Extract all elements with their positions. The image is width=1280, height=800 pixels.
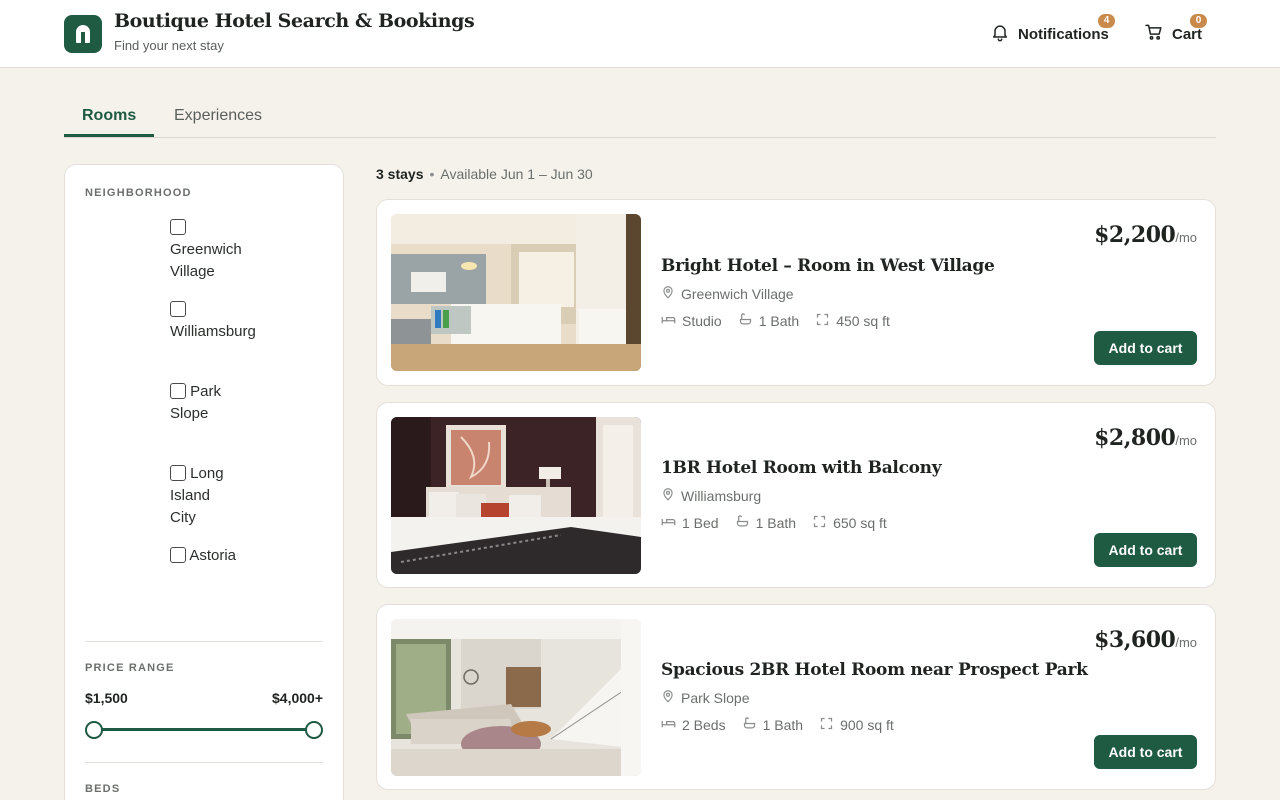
listing-price: $2,200/mo — [1094, 222, 1197, 248]
price-range-min-handle[interactable] — [85, 721, 103, 739]
price-range-min-label: $1,500 — [85, 690, 128, 706]
map-pin-icon — [661, 285, 681, 302]
app-header: Boutique Hotel Search & Bookings Find yo… — [0, 0, 1280, 68]
listing-beds: Studio — [682, 313, 722, 329]
bell-icon — [990, 22, 1010, 47]
tab-rooms[interactable]: Rooms — [64, 96, 155, 137]
add-to-cart-button[interactable]: Add to cart — [1094, 331, 1197, 365]
listing-price-period: /mo — [1175, 433, 1197, 448]
listing-location-text: Williamsburg — [681, 487, 762, 504]
availability-text: Available Jun 1 – Jun 30 — [440, 166, 593, 182]
bathtub-icon — [735, 514, 756, 532]
listing-photo — [391, 214, 641, 371]
listing-specs: Studio 1 Bath 450 sq ft — [661, 312, 906, 330]
neighborhood-checkbox[interactable] — [170, 382, 186, 399]
results-count: 3 stays — [376, 166, 424, 182]
listing-card[interactable]: Spacious 2BR Hotel Room near Prospect Pa… — [376, 604, 1216, 790]
notifications-button[interactable]: Notifications 4 — [990, 14, 1115, 48]
listing-beds: 1 Bed — [682, 515, 719, 531]
listing-price-amount: $2,200 — [1094, 222, 1176, 248]
app-title: Boutique Hotel Search & Bookings — [114, 10, 475, 32]
neighborhood-option-greenwich-village: Greenwich Village — [170, 217, 260, 283]
listing-baths: 1 Bath — [758, 313, 800, 329]
cart-count-badge: 0 — [1190, 14, 1207, 28]
bed-icon — [661, 716, 682, 734]
filters-sidebar: NEIGHBORHOOD Greenwich Village Williamsb… — [64, 164, 344, 800]
price-range-max-label: $4,000+ — [272, 690, 323, 706]
map-pin-icon — [661, 487, 681, 504]
notifications-count-badge: 4 — [1098, 14, 1115, 28]
listing-area: 650 sq ft — [833, 515, 887, 531]
listing-card[interactable]: Bright Hotel – Room in West Village Gree… — [376, 199, 1216, 386]
listing-location: Williamsburg — [661, 487, 761, 504]
expand-icon — [819, 716, 840, 734]
listing-location: Park Slope — [661, 689, 749, 706]
add-to-cart-button[interactable]: Add to cart — [1094, 533, 1197, 567]
price-range-title: PRICE RANGE — [85, 662, 175, 674]
neighborhood-option-park-slope: Park Slope — [170, 381, 230, 425]
listing-specs: 1 Bed 1 Bath 650 sq ft — [661, 514, 903, 532]
bed-icon — [661, 514, 682, 532]
results-summary: 3 stays • Available Jun 1 – Jun 30 — [376, 166, 593, 182]
neighborhood-checkbox[interactable] — [170, 464, 186, 481]
listing-area: 450 sq ft — [836, 313, 890, 329]
cart-label: Cart — [1172, 25, 1203, 43]
listing-beds: 2 Beds — [682, 717, 726, 733]
listing-location: Greenwich Village — [661, 285, 794, 302]
listing-title[interactable]: 1BR Hotel Room with Balcony — [661, 458, 942, 478]
add-to-cart-button[interactable]: Add to cart — [1094, 735, 1197, 769]
bathtub-icon — [738, 312, 759, 330]
tab-experiences[interactable]: Experiences — [156, 96, 280, 137]
divider — [85, 641, 323, 642]
app-subtitle: Find your next stay — [114, 38, 224, 53]
bathtub-icon — [742, 716, 763, 734]
neighborhood-filter-title: NEIGHBORHOOD — [85, 187, 192, 199]
listing-baths: 1 Bath — [755, 515, 797, 531]
listing-photo — [391, 619, 641, 776]
neighborhood-option-long-island-city: Long Island City — [170, 463, 230, 529]
listing-specs: 2 Beds 1 Bath 900 sq ft — [661, 716, 910, 734]
notifications-label: Notifications — [1018, 25, 1109, 43]
neighborhood-option-astoria: Astoria — [170, 545, 250, 567]
listing-location-text: Greenwich Village — [681, 285, 794, 302]
neighborhood-label: Greenwich Village — [170, 241, 242, 280]
price-range-max-handle[interactable] — [305, 721, 323, 739]
bed-icon — [661, 312, 682, 330]
listing-location-text: Park Slope — [681, 689, 750, 706]
neighborhood-checkbox[interactable] — [170, 218, 186, 235]
listing-price-amount: $3,600 — [1094, 627, 1176, 653]
listing-photo — [391, 417, 641, 574]
price-range-track[interactable] — [93, 728, 315, 731]
listing-title[interactable]: Bright Hotel – Room in West Village — [661, 256, 995, 276]
listing-price-amount: $2,800 — [1094, 425, 1176, 451]
listing-price: $2,800/mo — [1094, 425, 1197, 451]
neighborhood-label: Williamsburg — [170, 323, 256, 340]
neighborhood-label: Astoria — [189, 547, 237, 564]
neighborhood-option-williamsburg: Williamsburg — [170, 299, 260, 343]
map-pin-icon — [661, 689, 681, 706]
expand-icon — [815, 312, 836, 330]
cart-icon — [1144, 22, 1164, 47]
listing-area: 900 sq ft — [840, 717, 894, 733]
beds-filter-title: BEDS — [85, 783, 121, 795]
listing-card[interactable]: 1BR Hotel Room with Balcony Williamsburg… — [376, 402, 1216, 588]
neighborhood-checkbox[interactable] — [170, 546, 186, 563]
listing-price-period: /mo — [1175, 230, 1197, 245]
cart-button[interactable]: Cart 0 — [1144, 14, 1207, 48]
listing-price: $3,600/mo — [1094, 627, 1197, 653]
expand-icon — [812, 514, 833, 532]
listing-price-period: /mo — [1175, 635, 1197, 650]
hotel-logo — [64, 15, 102, 53]
divider — [85, 762, 323, 763]
listing-baths: 1 Bath — [762, 717, 804, 733]
neighborhood-checkbox[interactable] — [170, 300, 186, 317]
listing-title[interactable]: Spacious 2BR Hotel Room near Prospect Pa… — [661, 660, 1088, 680]
category-tabs: Rooms Experiences — [64, 96, 1216, 138]
